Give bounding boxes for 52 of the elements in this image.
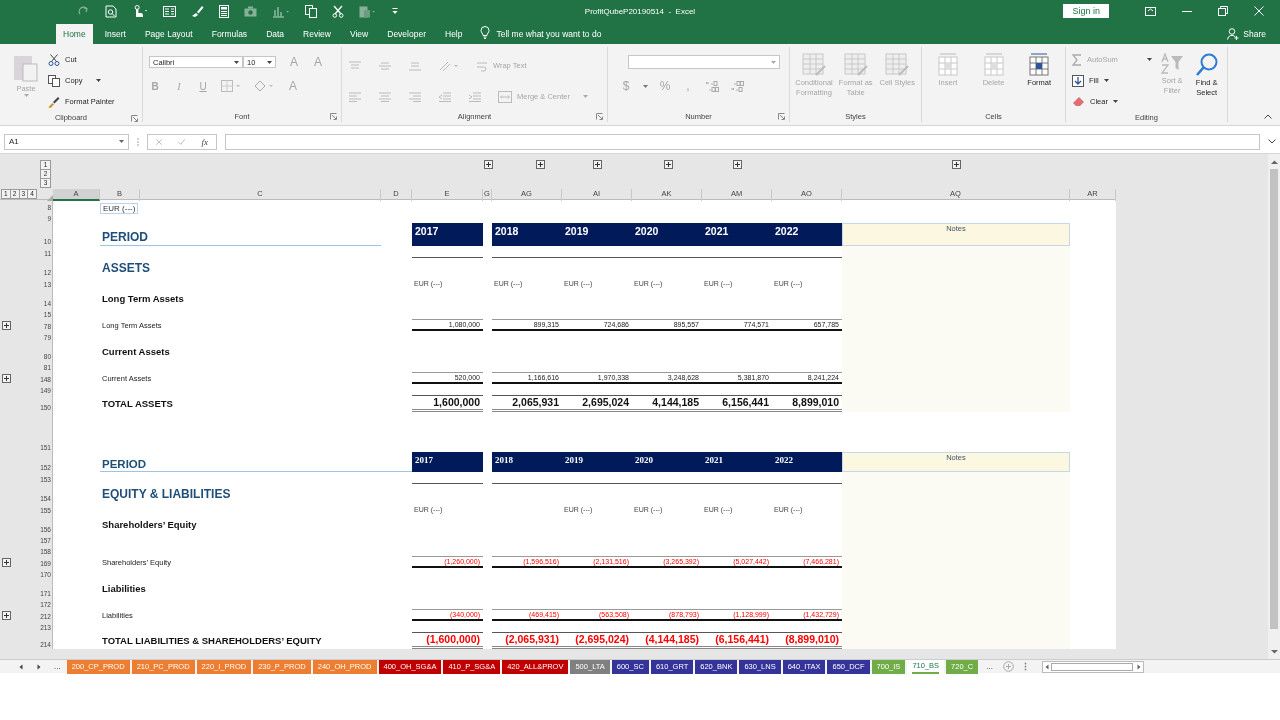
section-heading: EQUITY & LIABILITIES (101, 486, 232, 501)
year-header: 2021 (702, 452, 772, 472)
value-cell: (4,144,185) (632, 632, 702, 649)
subheading: Liabilities (101, 583, 147, 594)
year-header: 2020 (632, 223, 702, 246)
value-cell: (2,695,024) (562, 632, 632, 649)
year-header: 2022 (772, 223, 842, 246)
row-label: TOTAL LIABILITIES & SHAREHOLDERS’ EQUITY (101, 635, 323, 646)
year-header: 2020 (632, 452, 702, 472)
year-header: 2019 (562, 452, 632, 472)
subheading: Long Term Assets (101, 293, 185, 304)
year-header: 2017 (412, 452, 483, 472)
ribbon-tab[interactable]: Home (56, 24, 93, 44)
year-header: 2017 (412, 223, 483, 246)
ribbon-tab[interactable]: Data (259, 24, 292, 44)
year-header: 2022 (772, 452, 842, 472)
window-title: ProfitQubeP20190514 - Excel (584, 6, 696, 16)
value-cell: 2,695,024 (562, 395, 632, 412)
value-cell: (6,156,441) (702, 632, 772, 649)
year-header: 2021 (702, 223, 772, 246)
value-cell: 8,899,010 (772, 395, 842, 412)
insert-function-button[interactable]: fx (201, 136, 208, 147)
value-cell: 2,065,931 (492, 395, 562, 412)
value-cell: 1,600,000 (412, 395, 483, 412)
value-cell: (8,899,010) (772, 632, 842, 649)
subheading: Current Assets (101, 346, 171, 357)
section-heading: ASSETS (101, 260, 151, 275)
more-sheets-button[interactable]: ... (980, 662, 999, 671)
unit-label: EUR (---) (100, 203, 139, 214)
more-sheets-button[interactable]: ... (48, 662, 67, 671)
period-label: PERIOD (100, 230, 381, 246)
period-label: PERIOD (100, 458, 412, 472)
tell-me-field[interactable]: Tell me what you want to do (496, 24, 602, 44)
value-cell: (2,065,931) (492, 632, 562, 649)
value-cell: 6,156,441 (702, 395, 772, 412)
ribbon-tab[interactable]: Insert (97, 24, 133, 44)
ribbon-tab[interactable]: Help (438, 24, 470, 44)
sign-in-button[interactable]: Sign in (1063, 4, 1109, 18)
share-button[interactable]: Share (1227, 24, 1280, 44)
ribbon-tab[interactable]: Developer (380, 24, 433, 44)
name-box[interactable]: A1 (4, 133, 129, 150)
ribbon-tab[interactable]: View (342, 24, 376, 44)
subheading: Shareholders’ Equity (101, 519, 198, 530)
value-cell: (1,600,000) (412, 632, 483, 649)
year-header: 2019 (562, 223, 632, 246)
year-header: 2018 (492, 452, 562, 472)
year-header: 2018 (492, 223, 562, 246)
row-label: TOTAL ASSETS (101, 398, 174, 409)
ribbon-tab[interactable]: Page Layout (137, 24, 200, 44)
ribbon-tab[interactable]: Formulas (204, 24, 255, 44)
ribbon-tab[interactable]: Review (296, 24, 338, 44)
value-cell: 4,144,185 (632, 395, 702, 412)
